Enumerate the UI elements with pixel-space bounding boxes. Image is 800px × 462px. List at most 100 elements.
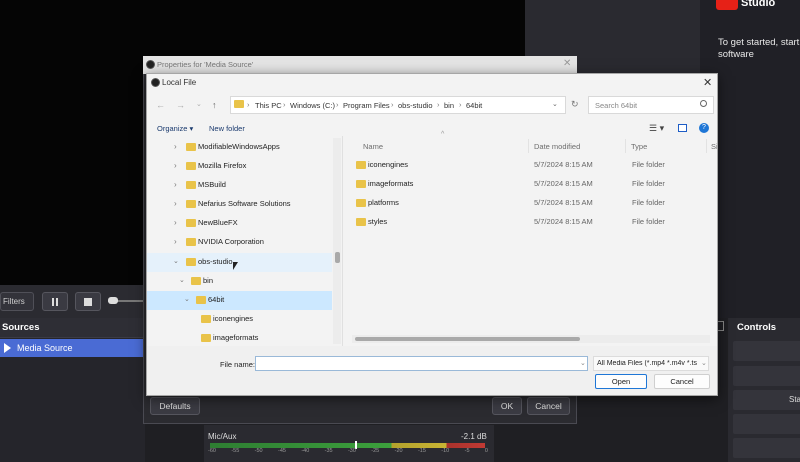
file-name-input[interactable]	[255, 356, 588, 371]
folder-icon	[186, 258, 196, 266]
properties-cancel-button[interactable]: Cancel	[527, 397, 570, 415]
column-header-size[interactable]: Si	[711, 142, 717, 151]
chevron-down-icon[interactable]: ⌄	[173, 257, 179, 265]
meter-tick: -40	[301, 448, 310, 454]
column-separator[interactable]	[706, 139, 707, 153]
back-arrow-icon[interactable]: ←	[156, 100, 165, 110]
pane-divider[interactable]	[342, 136, 343, 346]
breadcrumb-program-files[interactable]: Program Files	[343, 101, 390, 110]
tree-item[interactable]: › MSBuild	[147, 176, 332, 195]
breadcrumb-bin[interactable]: bin	[444, 101, 454, 110]
properties-title: Properties for 'Media Source'	[157, 60, 254, 69]
chevron-down-icon[interactable]: ⌄	[179, 276, 185, 284]
controls-button[interactable]	[733, 438, 800, 458]
properties-close-icon[interactable]: ✕	[563, 58, 571, 69]
meter-tick: -60	[208, 448, 216, 454]
chevron-right-icon[interactable]: ›	[174, 180, 177, 189]
pause-button[interactable]	[42, 292, 68, 311]
tree-scrollbar-thumb[interactable]	[335, 252, 340, 263]
controls-button[interactable]	[733, 414, 800, 434]
refresh-icon[interactable]: ↻	[571, 99, 579, 110]
tree-item-obs-studio[interactable]: ⌄ obs-studio	[147, 253, 332, 272]
chevron-down-icon[interactable]: ⌄	[184, 295, 190, 303]
filters-button[interactable]: Filters	[0, 292, 34, 311]
breadcrumb-separator-icon[interactable]: ›	[437, 100, 440, 109]
seek-slider-handle[interactable]	[108, 297, 118, 304]
tree-item-bin[interactable]: ⌄ bin	[147, 272, 332, 291]
defaults-button[interactable]: Defaults	[150, 397, 200, 415]
file-row[interactable]: imageformats 5/7/2024 8:15 AM File folde…	[352, 175, 712, 194]
folder-icon	[186, 162, 196, 170]
breadcrumb-obs-studio[interactable]: obs-studio	[398, 101, 433, 110]
dialog-close-icon[interactable]: ✕	[703, 76, 712, 89]
tree-item[interactable]: imageformats	[147, 329, 332, 344]
file-row[interactable]: platforms 5/7/2024 8:15 AM File folder	[352, 194, 712, 213]
tree-item-label: 64bit	[208, 295, 225, 304]
breadcrumb-separator-icon[interactable]: ›	[391, 100, 394, 109]
breadcrumb-separator-icon[interactable]: ›	[283, 100, 286, 109]
column-header-date[interactable]: Date modified	[534, 142, 580, 151]
up-arrow-icon[interactable]: ↑	[212, 100, 217, 110]
youtube-logo-icon	[716, 0, 738, 10]
stop-button[interactable]	[75, 292, 101, 311]
tree-item-label: iconengines	[213, 314, 254, 323]
file-type-chevron-icon[interactable]: ⌄	[701, 359, 707, 367]
tree-item-64bit[interactable]: ⌄ 64bit	[147, 291, 332, 310]
folder-icon	[201, 315, 211, 323]
obs-logo-icon	[146, 60, 155, 69]
tree-item[interactable]: › Mozilla Firefox	[147, 157, 332, 176]
tree-scrollbar[interactable]	[333, 138, 341, 344]
breadcrumb-this-pc[interactable]: This PC	[255, 101, 282, 110]
horizontal-scrollbar-thumb[interactable]	[355, 337, 580, 341]
column-header-type[interactable]: Type	[631, 142, 647, 151]
file-name-dropdown-chevron-icon[interactable]: ⌄	[580, 359, 586, 367]
tree-item-label: Nefarius Software Solutions	[198, 199, 291, 208]
tree-item[interactable]: › ModifiableWindowsApps	[147, 138, 332, 157]
chevron-right-icon[interactable]: ›	[174, 161, 177, 170]
file-row[interactable]: iconengines 5/7/2024 8:15 AM File folder	[352, 156, 712, 175]
file-row[interactable]: styles 5/7/2024 8:15 AM File folder	[352, 213, 712, 232]
file-type: File folder	[632, 217, 665, 226]
chevron-right-icon[interactable]: ›	[174, 199, 177, 208]
folder-icon	[186, 181, 196, 189]
organize-button[interactable]: Organize ▾	[157, 124, 193, 133]
forward-arrow-icon[interactable]: →	[176, 100, 185, 110]
ok-button[interactable]: OK	[492, 397, 522, 415]
preview-pane-icon[interactable]	[678, 124, 687, 132]
tree-item[interactable]: iconengines	[147, 310, 332, 329]
file-type: File folder	[632, 198, 665, 207]
column-separator[interactable]	[528, 139, 529, 153]
file-type-value: All Media Files (*.mp4 *.m4v *.ts	[597, 360, 697, 367]
breadcrumb-separator-icon[interactable]: ›	[459, 100, 462, 109]
meter-tick: -55	[231, 448, 240, 454]
recent-locations-chevron-icon[interactable]: ⌄	[196, 100, 202, 108]
meter-tick: 0	[484, 448, 488, 454]
tree-item[interactable]: › Nefarius Software Solutions	[147, 195, 332, 214]
controls-button[interactable]	[733, 366, 800, 386]
controls-button[interactable]	[733, 341, 800, 361]
breadcrumb-separator-icon[interactable]: ›	[336, 100, 339, 109]
chevron-right-icon[interactable]: ›	[174, 142, 177, 151]
help-icon[interactable]: ?	[699, 123, 709, 133]
tree-item-label: imageformats	[213, 333, 259, 342]
pause-icon	[52, 298, 58, 306]
column-header-name[interactable]: Name	[363, 142, 383, 151]
breadcrumb-windows-c[interactable]: Windows (C:)	[290, 101, 335, 110]
file-name: platforms	[368, 198, 399, 207]
chevron-right-icon[interactable]: ›	[174, 237, 177, 246]
tree-item[interactable]: › NVIDIA Corporation	[147, 233, 332, 252]
tree-item-label: bin	[203, 276, 214, 285]
open-button[interactable]: Open	[595, 374, 647, 389]
tree-item[interactable]: › NewBlueFX	[147, 214, 332, 233]
breadcrumb-separator-icon[interactable]: ›	[247, 100, 250, 109]
breadcrumb-64bit[interactable]: 64bit	[466, 101, 482, 110]
view-options-icon[interactable]: ☰ ▾	[649, 123, 664, 134]
address-dropdown-chevron-icon[interactable]: ⌄	[552, 100, 558, 108]
chevron-right-icon[interactable]: ›	[174, 218, 177, 227]
new-folder-button[interactable]: New folder	[209, 124, 245, 133]
meter-tick: -20	[394, 448, 403, 454]
organize-label: Organize	[157, 124, 188, 133]
cancel-button[interactable]: Cancel	[654, 374, 710, 389]
meter-tick: -45	[277, 448, 286, 454]
column-separator[interactable]	[625, 139, 626, 153]
